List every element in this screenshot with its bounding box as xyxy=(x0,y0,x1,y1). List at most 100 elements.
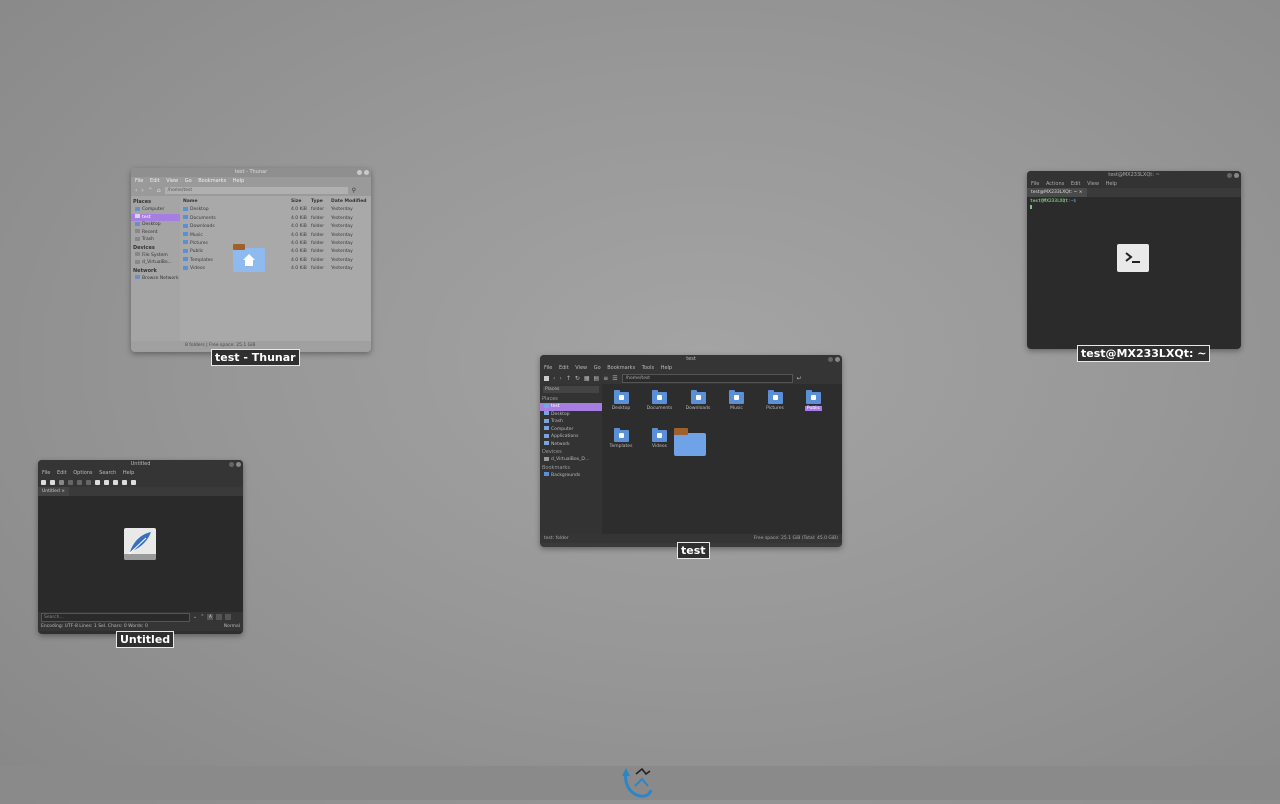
menu-view[interactable]: View xyxy=(575,365,587,371)
sidebar-item-network[interactable]: Network xyxy=(540,441,602,449)
sidebar-item-vbox[interactable]: d_VirtualBox_D... xyxy=(540,456,602,464)
save-icon[interactable] xyxy=(59,479,64,485)
search-down-icon[interactable]: ⌄ xyxy=(193,614,197,620)
search-up-icon[interactable]: ⌃ xyxy=(200,614,204,620)
terminal-output[interactable]: test@MX233LXQt:~$ xyxy=(1027,197,1241,211)
menu-help[interactable]: Help xyxy=(233,178,244,184)
folder-item-templates[interactable]: Templates xyxy=(605,428,637,449)
menu-file[interactable]: File xyxy=(42,470,50,476)
sidebar-item-browse-network[interactable]: Browse Network xyxy=(131,275,180,283)
close-icon[interactable] xyxy=(236,462,241,467)
side-pane-icon[interactable] xyxy=(122,479,127,485)
sidebar-item-desktop[interactable]: Desktop xyxy=(131,221,180,229)
table-row[interactable]: Music 4.0 KiB folder Yesterday xyxy=(180,232,371,240)
column-date[interactable]: Date Modified xyxy=(331,198,371,206)
home-icon[interactable]: ⌂ xyxy=(157,187,161,194)
menu-help[interactable]: Help xyxy=(661,365,672,371)
menu-view[interactable]: View xyxy=(166,178,178,184)
menu-help[interactable]: Help xyxy=(123,470,134,476)
back-icon[interactable]: ‹ xyxy=(553,375,555,382)
table-row[interactable]: Public 4.0 KiB folder Yesterday xyxy=(180,248,371,256)
open-file-icon[interactable] xyxy=(50,479,55,485)
forward-icon[interactable]: › xyxy=(141,187,143,194)
menu-file[interactable]: File xyxy=(544,365,552,371)
reload-icon[interactable]: ↻ xyxy=(575,375,580,382)
minimize-icon[interactable] xyxy=(357,170,362,175)
search-input[interactable]: Search... xyxy=(41,612,190,622)
sidebar-item-trash[interactable]: Trash xyxy=(540,418,602,426)
up-icon[interactable]: ⌃ xyxy=(148,187,153,194)
folder-item-videos[interactable]: Videos xyxy=(644,428,676,449)
menu-edit[interactable]: Edit xyxy=(1071,181,1081,187)
sidebar-item-test[interactable]: test xyxy=(131,213,180,221)
table-row[interactable]: Pictures 4.0 KiB folder Yesterday xyxy=(180,240,371,248)
thunar-window-light[interactable]: test - Thunar File Edit View Go Bookmark… xyxy=(131,168,371,352)
close-icon[interactable] xyxy=(1234,173,1239,178)
folder-item-public[interactable]: Public xyxy=(798,390,830,411)
text-area[interactable] xyxy=(38,496,243,612)
sidebar-item-desktop[interactable]: Desktop xyxy=(540,411,602,419)
table-row[interactable]: Documents 4.0 KiB folder Yesterday xyxy=(180,215,371,223)
menu-edit[interactable]: Edit xyxy=(150,178,160,184)
sidebar-item-test[interactable]: test xyxy=(540,403,602,411)
match-case-icon[interactable]: A xyxy=(207,614,214,620)
close-icon[interactable] xyxy=(364,170,369,175)
thunar-window-dark[interactable]: test File Edit View Go Bookmarks Tools H… xyxy=(540,355,842,547)
menu-actions[interactable]: Actions xyxy=(1046,181,1064,187)
list-view-icon[interactable]: ☰ xyxy=(612,375,617,382)
column-size[interactable]: Size xyxy=(291,198,311,206)
menu-bookmarks[interactable]: Bookmarks xyxy=(607,365,635,371)
icon-view-icon[interactable]: ▦ xyxy=(584,375,590,382)
reload-icon[interactable] xyxy=(86,479,91,485)
mx-logo-icon[interactable] xyxy=(620,766,656,804)
new-file-icon[interactable] xyxy=(41,479,46,485)
up-icon[interactable]: ↑ xyxy=(566,375,571,382)
menu-go[interactable]: Go xyxy=(185,178,192,184)
close-icon[interactable] xyxy=(835,357,840,362)
goto-line-icon[interactable] xyxy=(113,479,118,485)
caption-terminal[interactable]: test@MX233LXQt: ~ xyxy=(1077,345,1211,362)
menu-search[interactable]: Search xyxy=(99,470,116,476)
sidebar-item-computer[interactable]: Computer xyxy=(131,206,180,214)
redo-icon[interactable] xyxy=(77,479,82,485)
menu-file[interactable]: File xyxy=(1031,181,1039,187)
caption-thunar-dark[interactable]: test xyxy=(677,542,710,559)
bookmark-icon[interactable] xyxy=(131,479,136,485)
sidebar-item-filesystem[interactable]: File System xyxy=(131,252,180,260)
menu-go[interactable]: Go xyxy=(594,365,601,371)
whole-word-icon[interactable] xyxy=(216,614,223,620)
regex-icon[interactable] xyxy=(225,614,232,620)
folder-item-downloads[interactable]: Downloads xyxy=(682,390,714,411)
minimize-icon[interactable] xyxy=(1227,173,1232,178)
sidebar-item-trash[interactable]: Trash xyxy=(131,236,180,244)
compact-view-icon[interactable]: ▤ xyxy=(594,375,600,382)
location-bar[interactable]: /home/test xyxy=(621,373,793,383)
table-row[interactable]: Downloads 4.0 KiB folder Yesterday xyxy=(180,223,371,231)
find-icon[interactable] xyxy=(95,479,100,485)
table-row[interactable]: Templates 4.0 KiB folder Yesterday xyxy=(180,257,371,265)
folder-item-documents[interactable]: Documents xyxy=(644,390,676,411)
folder-item-music[interactable]: Music xyxy=(721,390,753,411)
sidebar-item-vbox[interactable]: d_VirtualBo... xyxy=(131,259,180,267)
caption-thunar-light[interactable]: test - Thunar xyxy=(211,349,300,366)
menu-edit[interactable]: Edit xyxy=(57,470,67,476)
titlebar[interactable]: test@MX233LXQt: ~ xyxy=(1027,171,1241,180)
caption-editor[interactable]: Untitled xyxy=(116,631,175,648)
location-bar[interactable]: /home/test xyxy=(164,187,348,194)
menu-help[interactable]: Help xyxy=(1106,181,1117,187)
new-tab-icon[interactable] xyxy=(544,375,549,381)
sidebar-item-computer[interactable]: Computer xyxy=(540,426,602,434)
column-type[interactable]: Type xyxy=(311,198,331,206)
titlebar[interactable]: test - Thunar xyxy=(131,168,371,177)
menu-edit[interactable]: Edit xyxy=(559,365,569,371)
menu-bookmarks[interactable]: Bookmarks xyxy=(198,178,226,184)
minimize-icon[interactable] xyxy=(828,357,833,362)
minimize-icon[interactable] xyxy=(229,462,234,467)
undo-icon[interactable] xyxy=(68,479,73,485)
menu-options[interactable]: Options xyxy=(73,470,92,476)
menu-view[interactable]: View xyxy=(1087,181,1099,187)
sidebar-item-applications[interactable]: Applications xyxy=(540,433,602,441)
tab-terminal[interactable]: test@MX233LXQt: ~ × xyxy=(1027,188,1087,197)
folder-item-desktop[interactable]: Desktop xyxy=(605,390,637,411)
text-editor-window[interactable]: Untitled File Edit Options Search Help U… xyxy=(38,460,243,634)
